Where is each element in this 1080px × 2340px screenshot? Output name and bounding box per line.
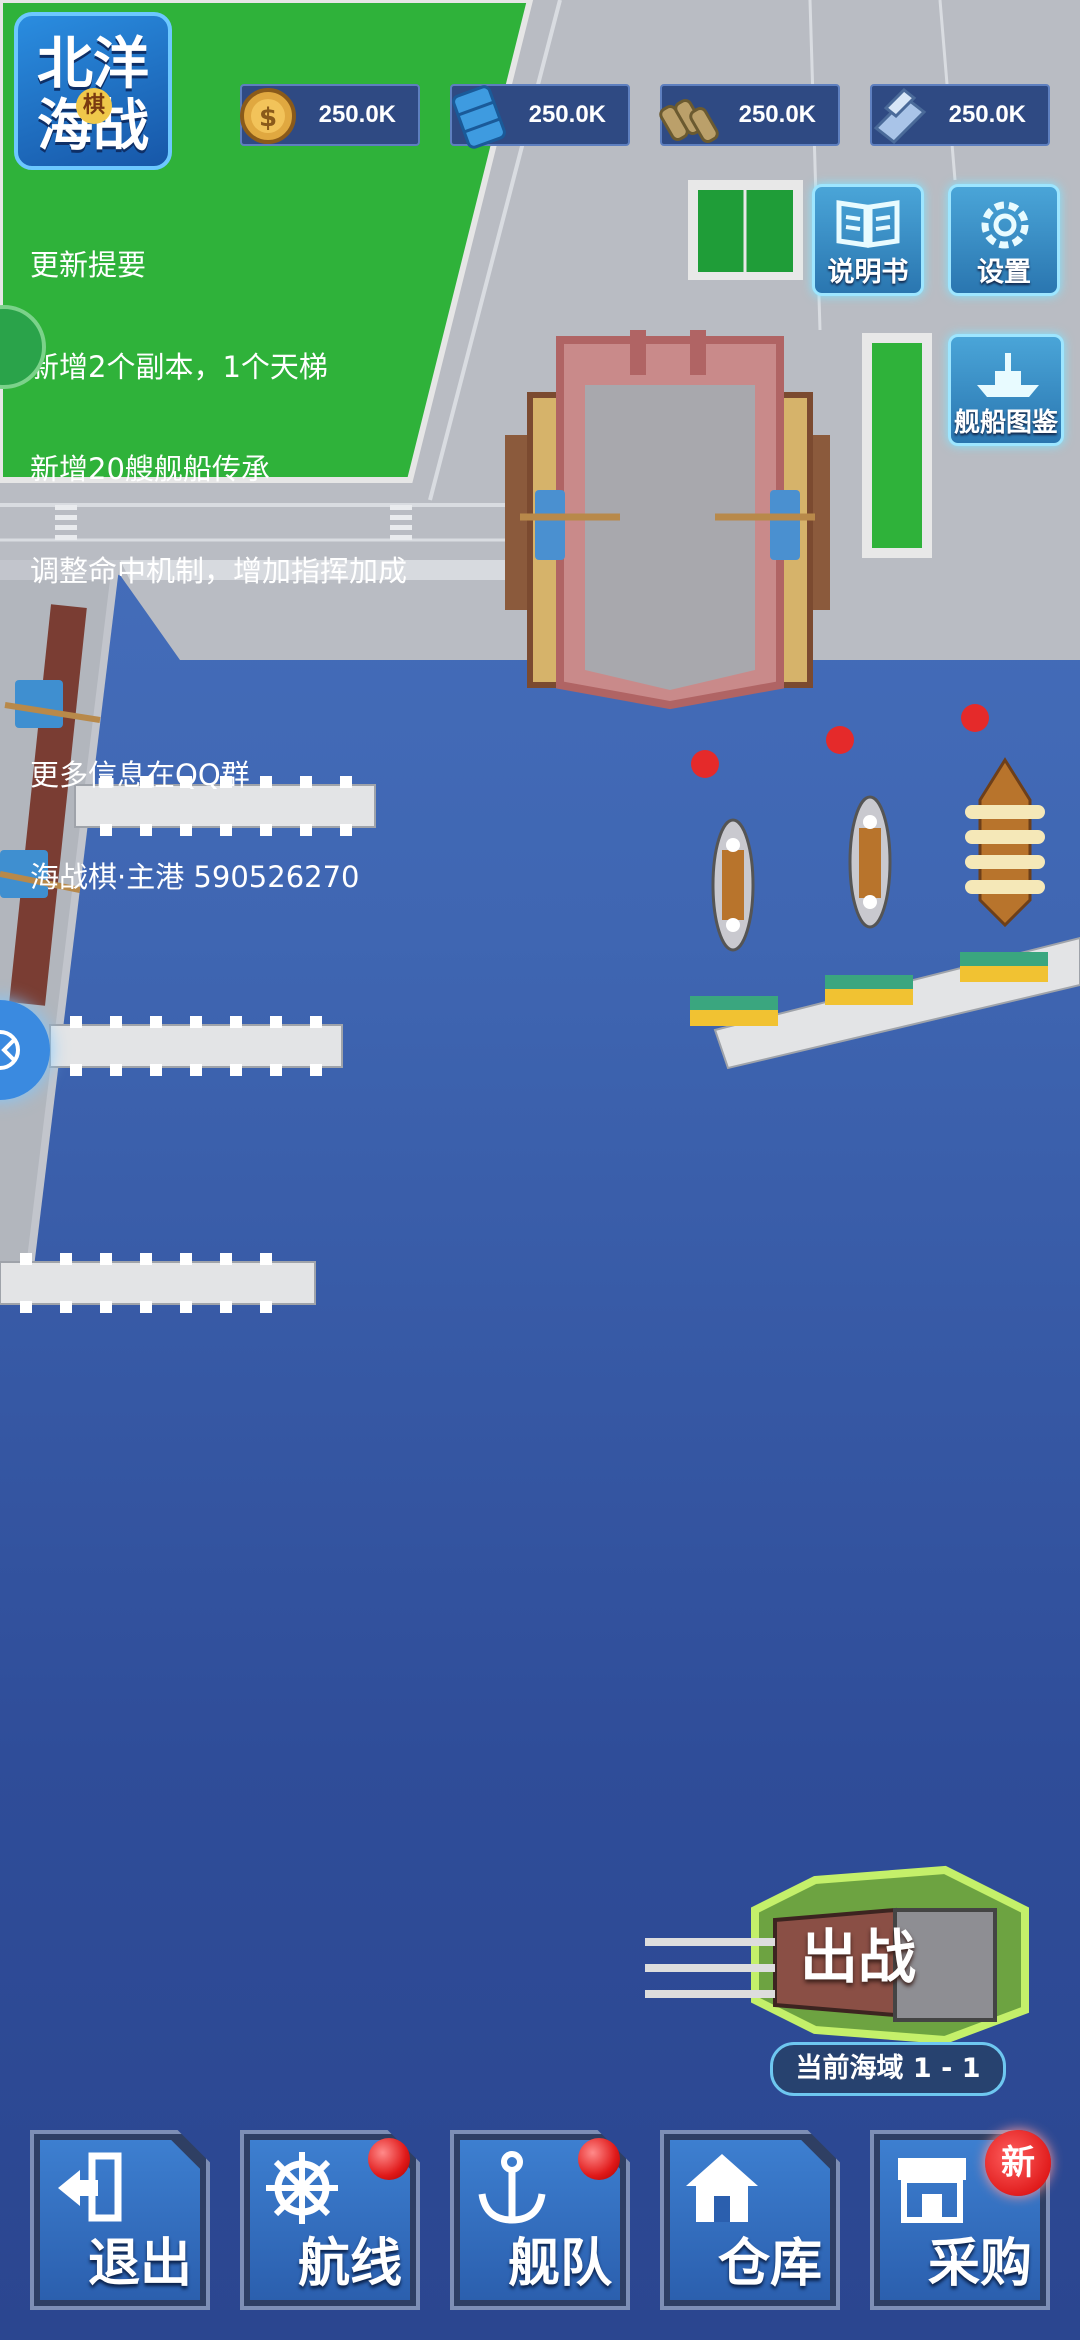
steel-icon (873, 87, 927, 144)
encyclopedia-button[interactable]: 舰船图鉴 (948, 334, 1064, 446)
route-label: 航线 (297, 2234, 402, 2294)
current-area-text: 当前海域 1 - 1 (795, 2053, 981, 2084)
svg-text:$: $ (259, 103, 277, 133)
shop-label: 采购 (927, 2234, 1032, 2294)
settings-button[interactable]: 设置 (948, 184, 1060, 296)
fleet-notification-dot (578, 2138, 620, 2180)
resource-ammo-value: 250.0K (738, 101, 816, 128)
shop-stall-icon (898, 2158, 966, 2223)
warehouse-button[interactable]: 仓库 (660, 2130, 840, 2310)
notice-line: 新增2个副本，1个天梯 (30, 350, 328, 384)
house-icon (686, 2154, 758, 2222)
notice-line: 海战棋·主港 590526270 (30, 860, 360, 894)
shells-icon (659, 98, 719, 144)
manual-button[interactable]: 说明书 (812, 184, 924, 296)
anchor-icon (478, 2151, 546, 2224)
logo-chess-badge: 棋 (76, 88, 112, 124)
route-notification-dot (368, 2138, 410, 2180)
settings-label: 设置 (977, 257, 1031, 288)
ship-wheel-icon (266, 2152, 338, 2224)
notice-line: 更新提要 (30, 248, 147, 282)
notice-line: 调整命中机制，增加指挥加成 (30, 554, 408, 588)
update-notice: 更新提要 新增2个副本，1个天梯 新增20艘舰船传承 调整命中机制，增加指挥加成… (30, 180, 407, 928)
resource-ammo: 250.0K (659, 84, 840, 146)
dock-3 (0, 1253, 316, 1313)
warship-icon (977, 353, 1039, 397)
ship-1 (711, 818, 755, 952)
ship-jetty (690, 936, 1080, 1070)
ship-3 (965, 757, 1045, 928)
buoy (961, 704, 989, 732)
new-badge: 新 (985, 2130, 1051, 2196)
ship-2 (848, 795, 892, 929)
gear-icon (981, 201, 1029, 249)
exit-label: 退出 (87, 2234, 192, 2294)
notice-line: 新增20艘舰船传承 (30, 452, 270, 486)
coin-icon: $ (240, 88, 296, 144)
resource-gold: $ 250.0K (240, 84, 420, 146)
book-icon (836, 200, 900, 248)
resource-oil: 250.0K (450, 84, 630, 149)
resource-gold-value: 250.0K (318, 101, 396, 128)
notice-line: 更多信息在QQ群 (30, 758, 250, 792)
sortie-label: 出战 (800, 1923, 917, 1991)
fleet-label: 舰队 (507, 2234, 612, 2294)
warehouse-label: 仓库 (717, 2234, 822, 2294)
resource-steel-value: 250.0K (948, 101, 1026, 128)
current-area-label: 当前海域 1 - 1 (770, 2042, 1006, 2096)
dock-2 (49, 1016, 343, 1076)
game-logo: 北洋海战 棋 (14, 12, 172, 170)
resource-steel: 250.0K (870, 84, 1050, 146)
oil-barrel-icon (452, 85, 506, 149)
sortie-button[interactable]: 出战 (645, 1850, 1045, 2050)
buoy (691, 750, 719, 778)
notice-line (30, 656, 407, 690)
buoy (826, 726, 854, 754)
encyclopedia-label: 舰船图鉴 (953, 408, 1058, 438)
exit-door-icon (58, 2152, 122, 2222)
resource-oil-value: 250.0K (528, 101, 606, 128)
exit-button[interactable]: 退出 (30, 2130, 210, 2310)
manual-label: 说明书 (827, 257, 909, 288)
chevron-left-icon (0, 1030, 20, 1070)
